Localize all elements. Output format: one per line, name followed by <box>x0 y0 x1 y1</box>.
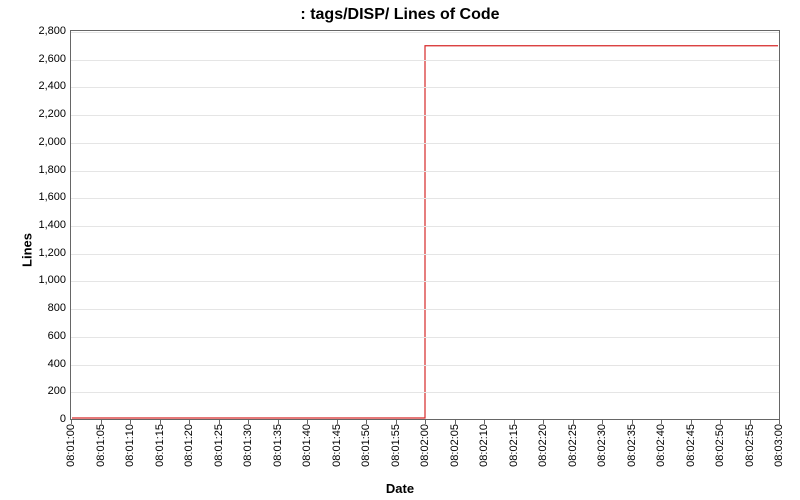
x-tick-label: 08:01:05 <box>95 424 107 467</box>
gridline-h <box>71 392 779 393</box>
x-tick-label: 08:03:00 <box>773 424 785 467</box>
x-tick-label: 08:01:30 <box>242 424 254 467</box>
x-tick-label: 08:02:30 <box>596 424 608 467</box>
x-tick-label: 08:01:55 <box>390 424 402 467</box>
x-tick-label: 08:01:45 <box>331 424 343 467</box>
x-tick-label: 08:02:20 <box>537 424 549 467</box>
x-tick-label: 08:02:40 <box>655 424 667 467</box>
x-tick-mark <box>779 420 780 424</box>
x-tick-label: 08:02:25 <box>567 424 579 467</box>
gridline-h <box>71 143 779 144</box>
x-tick-label: 08:02:00 <box>419 424 431 467</box>
x-tick-mark <box>278 420 279 424</box>
x-tick-mark <box>396 420 397 424</box>
x-tick-mark <box>307 420 308 424</box>
x-tick-label: 08:02:05 <box>449 424 461 467</box>
x-tick-mark <box>455 420 456 424</box>
y-tick-label: 1,000 <box>6 274 66 286</box>
x-tick-label: 08:01:20 <box>183 424 195 467</box>
y-tick-label: 2,400 <box>6 80 66 92</box>
gridline-h <box>71 115 779 116</box>
gridline-h <box>71 309 779 310</box>
x-tick-mark <box>425 420 426 424</box>
x-axis-label: Date <box>0 481 800 496</box>
y-tick-label: 400 <box>6 358 66 370</box>
x-tick-label: 08:01:00 <box>65 424 77 467</box>
gridline-h <box>71 337 779 338</box>
x-tick-mark <box>720 420 721 424</box>
gridline-h <box>71 198 779 199</box>
x-tick-mark <box>484 420 485 424</box>
chart-container: : tags/DISP/ Lines of Code Lines Date 02… <box>0 0 800 500</box>
x-tick-label: 08:02:15 <box>508 424 520 467</box>
x-tick-label: 08:02:45 <box>685 424 697 467</box>
x-tick-mark <box>160 420 161 424</box>
y-tick-label: 1,400 <box>6 219 66 231</box>
x-tick-label: 08:01:35 <box>272 424 284 467</box>
x-tick-mark <box>71 420 72 424</box>
y-tick-label: 0 <box>6 413 66 425</box>
gridline-h <box>71 87 779 88</box>
x-tick-label: 08:01:50 <box>360 424 372 467</box>
y-tick-label: 1,600 <box>6 191 66 203</box>
x-tick-mark <box>602 420 603 424</box>
gridline-h <box>71 254 779 255</box>
x-tick-label: 08:02:35 <box>626 424 638 467</box>
y-tick-label: 2,800 <box>6 25 66 37</box>
x-tick-mark <box>219 420 220 424</box>
x-tick-mark <box>573 420 574 424</box>
x-tick-label: 08:01:25 <box>213 424 225 467</box>
x-tick-label: 08:01:15 <box>154 424 166 467</box>
plot-area <box>70 30 780 420</box>
x-tick-mark <box>101 420 102 424</box>
x-tick-mark <box>337 420 338 424</box>
x-tick-mark <box>366 420 367 424</box>
y-tick-label: 800 <box>6 302 66 314</box>
x-tick-mark <box>632 420 633 424</box>
x-tick-mark <box>514 420 515 424</box>
gridline-h <box>71 281 779 282</box>
y-tick-label: 1,200 <box>6 247 66 259</box>
y-tick-label: 2,600 <box>6 53 66 65</box>
x-tick-label: 08:01:10 <box>124 424 136 467</box>
x-tick-label: 08:02:10 <box>478 424 490 467</box>
y-tick-label: 2,200 <box>6 108 66 120</box>
x-tick-mark <box>750 420 751 424</box>
x-tick-mark <box>189 420 190 424</box>
gridline-h <box>71 226 779 227</box>
x-tick-label: 08:02:50 <box>714 424 726 467</box>
gridline-h <box>71 60 779 61</box>
x-tick-mark <box>691 420 692 424</box>
gridline-h <box>71 171 779 172</box>
chart-title: : tags/DISP/ Lines of Code <box>0 6 800 24</box>
x-tick-mark <box>248 420 249 424</box>
series-loc <box>72 46 778 418</box>
x-tick-mark <box>130 420 131 424</box>
y-tick-label: 600 <box>6 330 66 342</box>
line-series <box>71 31 779 419</box>
x-tick-mark <box>661 420 662 424</box>
x-tick-label: 08:01:40 <box>301 424 313 467</box>
gridline-h <box>71 365 779 366</box>
gridline-h <box>71 32 779 33</box>
x-tick-mark <box>543 420 544 424</box>
y-tick-label: 1,800 <box>6 164 66 176</box>
x-tick-label: 08:02:55 <box>744 424 756 467</box>
y-tick-label: 200 <box>6 385 66 397</box>
y-tick-label: 2,000 <box>6 136 66 148</box>
